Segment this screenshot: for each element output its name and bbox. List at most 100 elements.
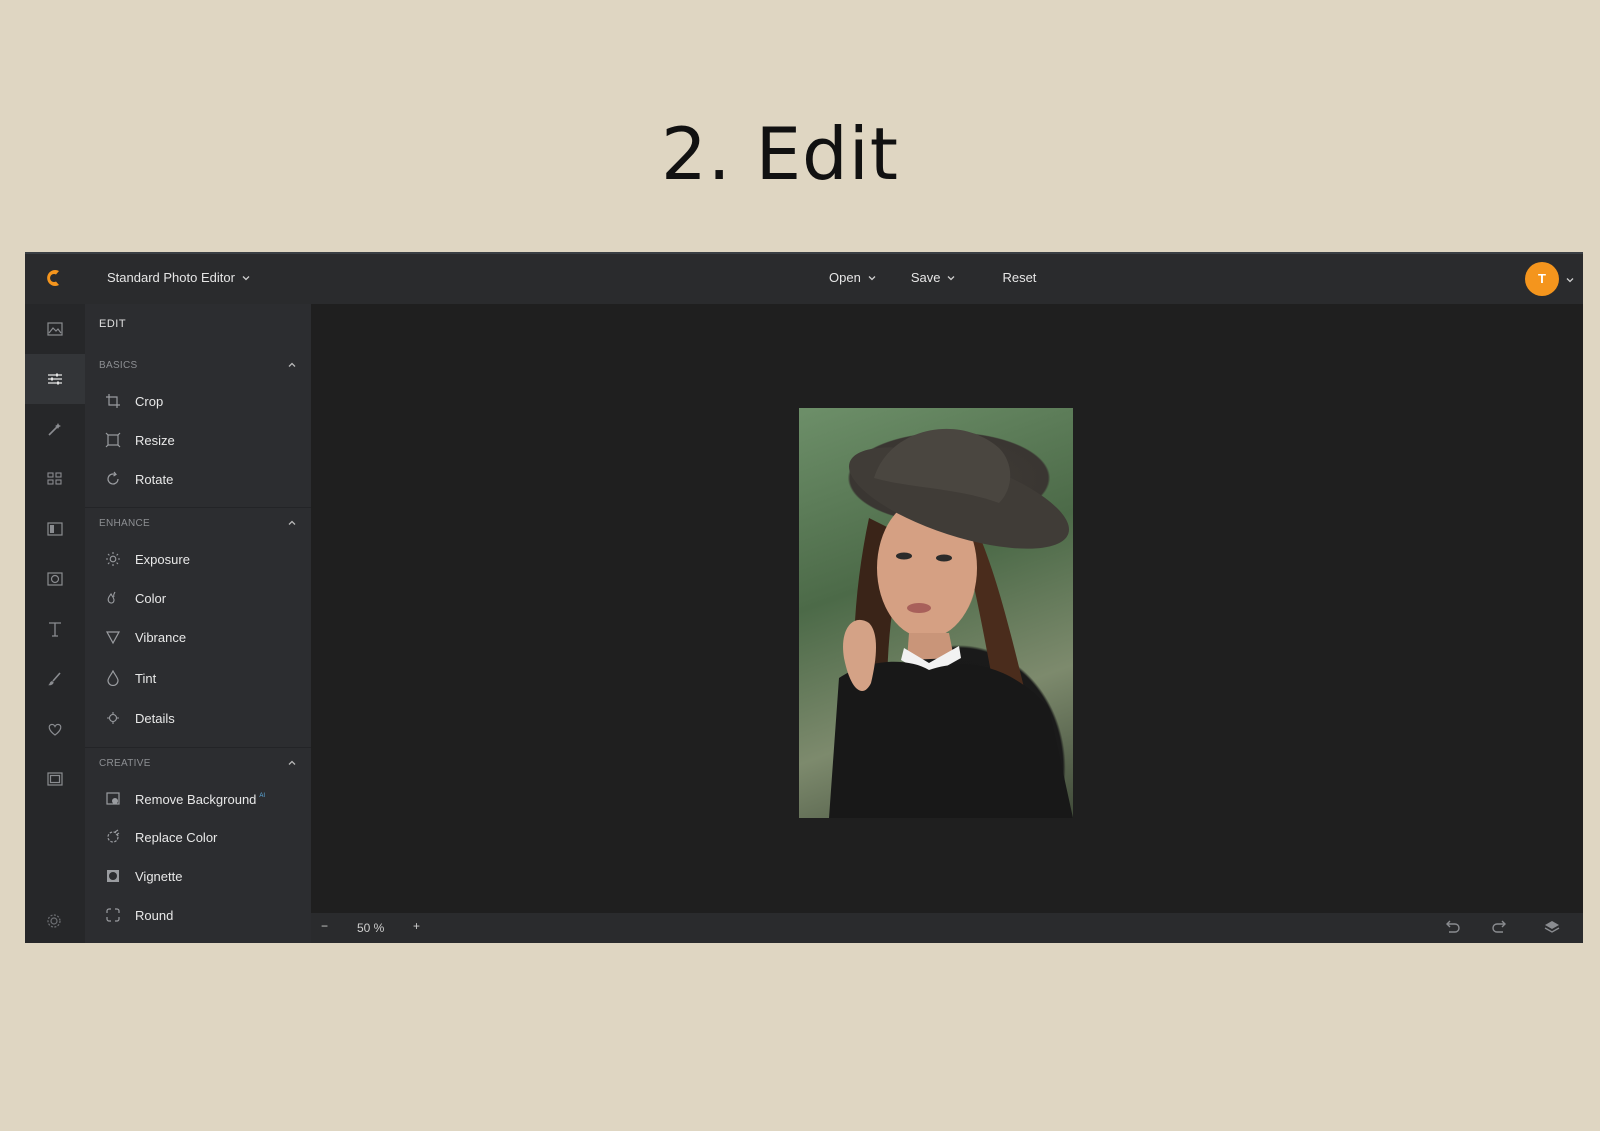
- tool-crop[interactable]: Crop: [105, 390, 295, 412]
- rail-image-button[interactable]: [25, 304, 85, 354]
- user-avatar[interactable]: T: [1525, 262, 1559, 296]
- tool-rotate[interactable]: Rotate: [105, 468, 295, 490]
- section-label: CREATIVE: [99, 758, 151, 769]
- top-bar: Standard Photo Editor Open Save Reset T: [25, 254, 1583, 304]
- tool-remove-background[interactable]: Remove Background AI: [105, 788, 295, 810]
- zoom-out-button[interactable]: −: [321, 919, 328, 933]
- editor-mode-dropdown[interactable]: Standard Photo Editor: [107, 270, 251, 285]
- frame-icon: [47, 522, 63, 536]
- tool-round[interactable]: Round: [105, 904, 295, 926]
- top-menu: Open Save Reset: [829, 270, 1036, 285]
- tool-exposure[interactable]: Exposure: [105, 548, 295, 570]
- panel-title: EDIT: [99, 318, 127, 330]
- rail-adjust-button[interactable]: [25, 354, 85, 404]
- tool-label: Resize: [135, 432, 175, 448]
- sliders-icon: [48, 373, 62, 385]
- chevron-down-icon[interactable]: [1565, 275, 1575, 285]
- overlay-icon: [47, 572, 63, 586]
- tool-vignette[interactable]: Vignette: [105, 865, 295, 887]
- chevron-up-icon: [288, 520, 296, 525]
- chevron-down-icon: [947, 275, 955, 280]
- rotate-icon: [107, 471, 119, 485]
- sun-icon: [106, 552, 120, 566]
- section-label: BASICS: [99, 360, 138, 371]
- tool-label: Round: [135, 907, 174, 923]
- section-header-enhance[interactable]: ENHANCE: [99, 518, 297, 538]
- rail-stickers-button[interactable]: [25, 704, 85, 754]
- zoom-level: 50 %: [357, 921, 385, 935]
- rail-text-button[interactable]: [25, 604, 85, 654]
- resize-icon: [105, 432, 121, 448]
- remove-background-icon: [106, 792, 120, 805]
- portrait-photo[interactable]: [799, 408, 1073, 818]
- zoom-in-button[interactable]: +: [413, 919, 420, 933]
- tool-label: Crop: [135, 393, 164, 409]
- editor-mode-label: Standard Photo Editor: [107, 270, 235, 285]
- chevron-up-icon: [288, 362, 296, 367]
- layers-icon[interactable]: [1543, 920, 1561, 934]
- save-menu-button[interactable]: Save: [911, 270, 957, 285]
- tool-label: Remove Background: [135, 791, 257, 807]
- tool-label: Replace Color: [135, 829, 218, 845]
- chevron-down-icon: [868, 275, 876, 280]
- details-icon: [107, 712, 119, 724]
- text-icon: [49, 622, 61, 637]
- section-header-basics[interactable]: BASICS: [99, 360, 297, 380]
- crop-icon: [106, 394, 120, 408]
- tool-label: Vignette: [135, 868, 183, 884]
- open-label: Open: [829, 270, 861, 285]
- tool-label: Exposure: [135, 551, 190, 567]
- tool-details[interactable]: Details: [105, 707, 295, 729]
- heart-icon: [48, 723, 62, 736]
- rail-borders-button[interactable]: [25, 754, 85, 804]
- edit-panel: EDIT BASICS Crop Resize Rotate ENHANCE E…: [85, 304, 311, 943]
- rail-overlays-button[interactable]: [25, 554, 85, 604]
- tool-replace-color[interactable]: Replace Color: [105, 826, 295, 848]
- tool-label: Rotate: [135, 471, 174, 487]
- photo-illustration: [829, 428, 1073, 818]
- tool-label: Tint: [135, 670, 157, 686]
- tool-rail: [25, 304, 85, 943]
- section-divider: [85, 507, 311, 508]
- color-drops-icon: [107, 591, 116, 604]
- grid-icon: [47, 472, 62, 485]
- photo-editor-window: Standard Photo Editor Open Save Reset T: [25, 252, 1583, 943]
- rail-frames-button[interactable]: [25, 504, 85, 554]
- tool-resize[interactable]: Resize: [105, 429, 295, 451]
- round-corners-icon: [106, 908, 120, 922]
- tool-label: Color: [135, 590, 167, 606]
- slide-title: 2. Edit: [660, 112, 899, 196]
- tool-color[interactable]: Color: [105, 587, 295, 609]
- gear-icon[interactable]: [45, 912, 63, 930]
- image-icon: [47, 322, 63, 336]
- undo-icon[interactable]: [1443, 920, 1461, 934]
- border-icon: [47, 772, 63, 786]
- section-header-creative[interactable]: CREATIVE: [99, 758, 297, 778]
- magic-wand-icon: [48, 423, 61, 436]
- vignette-icon: [107, 870, 119, 882]
- section-label: ENHANCE: [99, 518, 150, 529]
- drop-icon: [107, 670, 119, 686]
- rail-collage-button[interactable]: [25, 454, 85, 504]
- reset-label: Reset: [1002, 270, 1037, 285]
- ai-badge: AI: [259, 793, 266, 799]
- brush-icon: [48, 672, 61, 686]
- save-label: Save: [910, 270, 941, 285]
- redo-icon[interactable]: [1491, 920, 1509, 934]
- replace-color-icon: [107, 829, 120, 843]
- tool-label: Details: [135, 710, 175, 726]
- bottom-bar: − 50 % +: [311, 913, 1583, 943]
- chevron-up-icon: [288, 760, 296, 765]
- app-logo-icon[interactable]: [42, 266, 66, 290]
- section-divider: [85, 747, 311, 748]
- rail-draw-button[interactable]: [25, 654, 85, 704]
- canvas-area[interactable]: [311, 304, 1583, 913]
- tool-vibrance[interactable]: Vibrance: [105, 626, 295, 648]
- reset-button[interactable]: Reset: [1002, 270, 1036, 285]
- rail-effects-button[interactable]: [25, 404, 85, 454]
- chevron-down-icon: [242, 275, 250, 280]
- tool-tint[interactable]: Tint: [105, 667, 295, 689]
- open-menu-button[interactable]: Open: [829, 270, 877, 285]
- tool-label: Vibrance: [135, 629, 187, 645]
- triangle-icon: [105, 631, 121, 645]
